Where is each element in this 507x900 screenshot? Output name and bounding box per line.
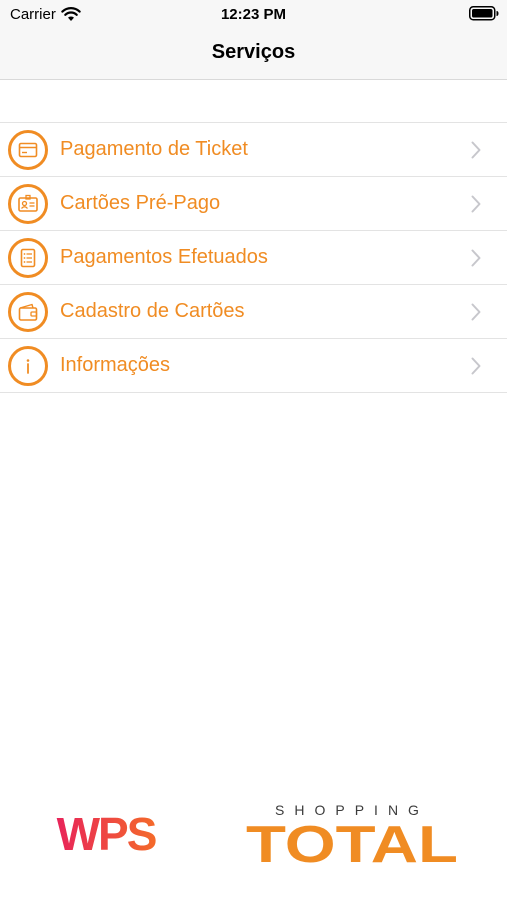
chevron-right-icon (471, 195, 481, 213)
svg-text:TOTAL: TOTAL (246, 816, 458, 865)
info-icon (8, 346, 48, 386)
menu-item-label: Informações (60, 354, 171, 376)
services-menu: Pagamento de Ticket Cartões Pré-Pago Pag… (0, 122, 507, 393)
menu-item-pagamentos-efetuados[interactable]: Pagamentos Efetuados (0, 231, 507, 285)
menu-item-cartoes-pre-pago[interactable]: Cartões Pré-Pago (0, 177, 507, 231)
wallet-icon (8, 292, 48, 332)
navigation-bar: Serviços (0, 30, 507, 80)
battery-icon (469, 6, 499, 21)
wps-logo: WPS (57, 808, 158, 858)
menu-item-label: Cadastro de Cartões (60, 300, 245, 322)
chevron-right-icon (471, 141, 481, 159)
page-title: Serviços (211, 41, 296, 63)
id-card-icon (8, 184, 48, 224)
menu-item-label: Cartões Pré-Pago (60, 192, 221, 214)
menu-item-label: Pagamentos Efetuados (60, 246, 268, 268)
receipt-list-icon (8, 238, 48, 278)
menu-item-pagamento-de-ticket[interactable]: Pagamento de Ticket (0, 123, 507, 177)
footer-logos: WPS SHOPPING TOTAL (0, 790, 507, 870)
menu-item-cadastro-de-cartoes[interactable]: Cadastro de Cartões (0, 285, 507, 339)
chevron-right-icon (471, 249, 481, 267)
shopping-total-logo: SHOPPING TOTAL (246, 802, 458, 865)
chevron-right-icon (471, 303, 481, 321)
menu-item-informacoes[interactable]: Informações (0, 339, 507, 393)
svg-text:WPS: WPS (57, 808, 156, 858)
status-time: 12:23 PM (220, 6, 287, 23)
status-bar: Carrier 12:23 PM (0, 0, 507, 30)
ticket-icon (8, 130, 48, 170)
menu-item-label: Pagamento de Ticket (60, 138, 248, 160)
chevron-right-icon (471, 357, 481, 375)
